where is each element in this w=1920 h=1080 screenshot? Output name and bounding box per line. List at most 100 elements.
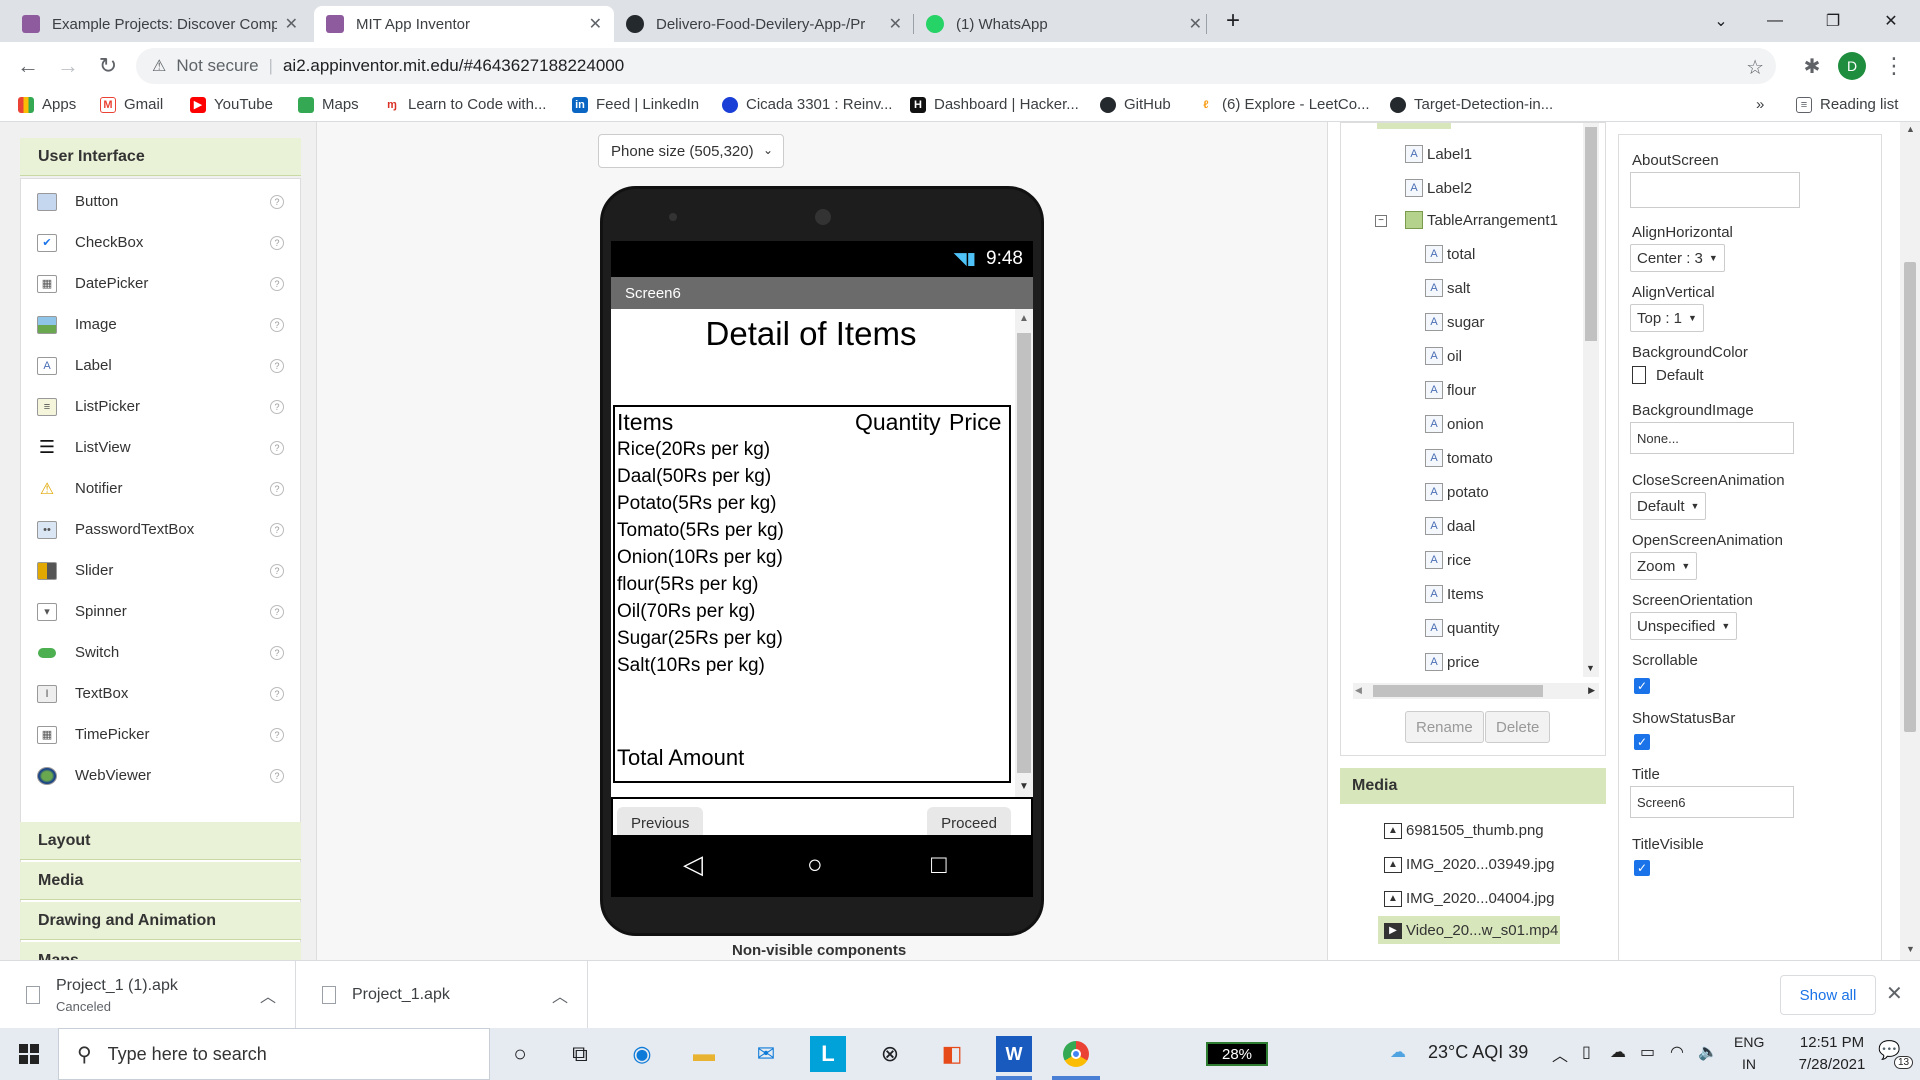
reload-icon[interactable]: ↻ — [92, 50, 124, 82]
bookmark-youtube[interactable]: ▶ YouTube — [190, 96, 273, 113]
back-icon[interactable]: ← — [12, 50, 44, 82]
palette-category-media[interactable]: Media — [20, 862, 301, 900]
clock-time[interactable]: 12:51 PM — [1782, 1034, 1882, 1051]
cortana-icon[interactable]: ○ — [502, 1036, 538, 1072]
screen-scrollbar[interactable]: ▲ ▼ — [1015, 309, 1033, 797]
help-icon[interactable]: ? — [270, 358, 284, 373]
proceed-button[interactable]: Proceed — [927, 807, 1011, 835]
bookmark-maps[interactable]: Maps — [298, 96, 359, 113]
tree-node[interactable]: Aflour — [1425, 381, 1476, 399]
title-input[interactable]: Screen6 — [1630, 786, 1794, 818]
start-button[interactable] — [0, 1028, 58, 1080]
task-view-icon[interactable]: ⧉ — [562, 1036, 598, 1072]
file-explorer-icon[interactable]: ▬ — [686, 1036, 722, 1072]
collapse-icon[interactable]: − — [1375, 215, 1387, 227]
tree-node[interactable]: Aoil — [1425, 347, 1462, 365]
tab-whatsapp[interactable]: (1) WhatsApp ✕ — [914, 6, 1214, 42]
scroll-down-icon[interactable]: ▼ — [1019, 781, 1029, 792]
table-row[interactable]: Oil(70Rs per kg) — [617, 601, 755, 623]
restore-icon[interactable]: ❐ — [1804, 0, 1862, 42]
palette-item-button[interactable]: Button ? — [21, 181, 302, 222]
tree-node[interactable]: Atomato — [1425, 449, 1493, 467]
media-file[interactable]: ▶ Video_20...w_s01.mp4 — [1384, 922, 1558, 939]
office-icon[interactable]: ◧ — [934, 1036, 970, 1072]
close-tab-icon[interactable]: ✕ — [589, 14, 602, 34]
battery-icon[interactable]: ▭ — [1640, 1042, 1655, 1062]
palette-item-slider[interactable]: Slider ? — [21, 550, 302, 591]
tree-node[interactable]: A Items — [1425, 585, 1484, 603]
wifi-icon[interactable]: ◠ — [1670, 1042, 1684, 1062]
alignhorizontal-dropdown[interactable]: Center : 3 ▼ — [1630, 244, 1725, 272]
bookmark-linkedin[interactable]: in Feed | LinkedIn — [572, 96, 699, 113]
taskbar-search-box[interactable]: ⚲ Type here to search — [58, 1028, 490, 1080]
scroll-left-icon[interactable]: ◀ — [1355, 685, 1362, 696]
browser-menu-icon[interactable]: ⋮ — [1878, 50, 1910, 82]
table-row[interactable]: Potato(5Rs per kg) — [617, 493, 776, 515]
tree-node[interactable]: Asalt — [1425, 279, 1470, 297]
closescreenanimation-dropdown[interactable]: Default ▼ — [1630, 492, 1707, 520]
bookmark-github[interactable]: GitHub — [1100, 96, 1171, 113]
palette-item-listview[interactable]: ☰ ListView ? — [21, 427, 302, 468]
screen-heading[interactable]: Detail of Items — [611, 315, 1011, 353]
tree-horizontal-scroll-thumb[interactable] — [1373, 685, 1543, 697]
backgroundcolor-picker[interactable]: Default — [1632, 366, 1704, 384]
openscreenanimation-dropdown[interactable]: Zoom ▼ — [1630, 552, 1698, 580]
tree-node[interactable]: Atotal — [1425, 245, 1475, 263]
tree-node[interactable]: A Label2 — [1405, 179, 1472, 197]
chevron-up-icon[interactable]: ︿ — [260, 983, 276, 1007]
show-all-downloads-button[interactable]: Show all — [1780, 975, 1876, 1015]
scroll-up-icon[interactable]: ▲ — [1019, 313, 1029, 324]
bookmark-star-icon[interactable]: ☆ — [1746, 55, 1764, 80]
close-tab-icon[interactable]: ✕ — [889, 14, 902, 34]
tab-mit-app-inventor[interactable]: MIT App Inventor ✕ — [314, 6, 614, 42]
minimize-icon[interactable]: — — [1746, 0, 1804, 42]
table-row[interactable]: Tomato(5Rs per kg) — [617, 520, 784, 542]
scrollable-checkbox[interactable]: ✓ — [1634, 678, 1650, 694]
table-row[interactable]: Sugar(25Rs per kg) — [617, 628, 783, 650]
palette-item-label[interactable]: A Label ? — [21, 345, 302, 386]
word-icon[interactable]: W — [996, 1036, 1032, 1072]
tree-vertical-scroll-thumb[interactable] — [1585, 127, 1597, 341]
bookmark-learn-to-code[interactable]: ɱ Learn to Code with... — [384, 96, 546, 113]
scroll-down-icon[interactable]: ▼ — [1586, 663, 1595, 673]
palette-category-layout[interactable]: Layout — [20, 822, 301, 860]
tree-node[interactable]: Adaal — [1425, 517, 1475, 535]
extensions-icon[interactable]: ✱ — [1796, 50, 1828, 82]
bookmark-apps[interactable]: Apps — [18, 96, 76, 113]
showstatusbar-checkbox[interactable]: ✓ — [1634, 734, 1650, 750]
xbox-icon[interactable]: ⊗ — [872, 1036, 908, 1072]
profile-avatar[interactable]: D — [1838, 52, 1866, 80]
palette-item-passwordtextbox[interactable]: •• PasswordTextBox ? — [21, 509, 302, 550]
palette-item-timepicker[interactable]: ▦ TimePicker ? — [21, 714, 302, 755]
help-icon[interactable]: ? — [270, 686, 284, 701]
scroll-up-icon[interactable]: ▲ — [1906, 124, 1915, 134]
page-vertical-scrollbar[interactable]: ▲ ▼ — [1900, 122, 1920, 960]
bookmark-hackerrank[interactable]: H Dashboard | Hacker... — [910, 96, 1079, 113]
close-download-shelf-icon[interactable]: ✕ — [1886, 981, 1903, 1006]
reading-list-button[interactable]: ≡ Reading list — [1796, 96, 1898, 113]
close-tab-icon[interactable]: ✕ — [1189, 14, 1202, 34]
screenorientation-dropdown[interactable]: Unspecified ▼ — [1630, 612, 1738, 640]
header-quantity[interactable]: Quantity — [855, 409, 941, 436]
previous-button[interactable]: Previous — [617, 807, 704, 835]
media-file[interactable]: ▲ IMG_2020...03949.jpg — [1384, 856, 1554, 873]
table-row[interactable]: Onion(10Rs per kg) — [617, 547, 783, 569]
header-price[interactable]: Price — [949, 409, 1001, 436]
table-row[interactable]: Daal(50Rs per kg) — [617, 466, 771, 488]
lens-app-icon[interactable]: L — [810, 1036, 846, 1072]
tab-example-projects[interactable]: Example Projects: Discover Comp ✕ — [10, 6, 310, 42]
palette-category-user-interface[interactable]: User Interface — [20, 138, 301, 176]
help-icon[interactable]: ? — [270, 522, 284, 537]
header-items[interactable]: Items — [617, 409, 673, 436]
palette-item-datepicker[interactable]: ▦ DatePicker ? — [21, 263, 302, 304]
scroll-right-icon[interactable]: ▶ — [1588, 685, 1595, 696]
tree-node-table-arrangement[interactable]: TableArrangement1 — [1405, 211, 1558, 229]
table-row[interactable]: flour(5Rs per kg) — [617, 574, 759, 596]
table-row[interactable]: Salt(10Rs per kg) — [617, 655, 765, 677]
palette-item-webviewer[interactable]: WebViewer ? — [21, 755, 302, 796]
chevron-up-icon[interactable]: ︿ — [552, 983, 568, 1007]
battery-meter-widget[interactable]: 28% — [1206, 1042, 1268, 1066]
bookmark-gmail[interactable]: M Gmail — [100, 96, 163, 113]
help-icon[interactable]: ? — [270, 563, 284, 578]
screen-scroll-thumb[interactable] — [1017, 333, 1031, 773]
